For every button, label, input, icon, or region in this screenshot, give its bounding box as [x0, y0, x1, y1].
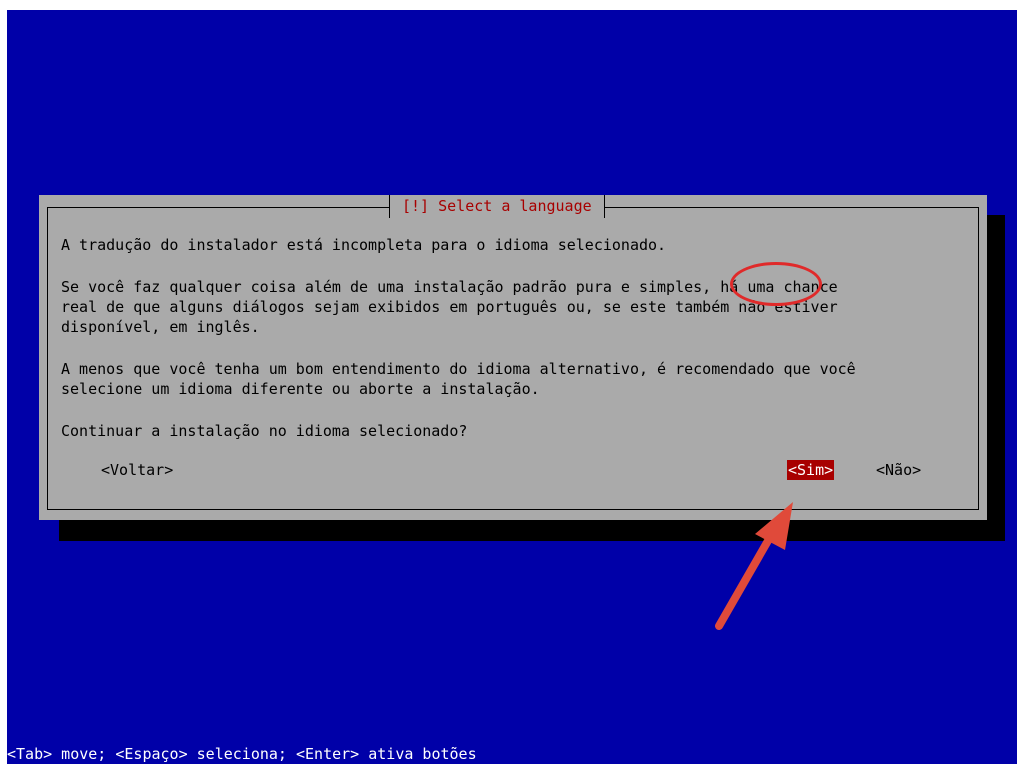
dialog-text-line: A menos que você tenha um bom entendimen…	[61, 360, 856, 378]
back-button[interactable]: <Voltar>	[100, 460, 174, 480]
dialog-text-line: selecione um idioma diferente ou aborte …	[61, 380, 540, 398]
dialog-text-line: real de que alguns diálogos sejam exibid…	[61, 298, 838, 316]
dialog-title: [!] Select a language	[389, 195, 605, 218]
dialog-text-line: A tradução do instalador está incompleta…	[61, 236, 667, 254]
yes-button[interactable]: <Sim>	[787, 460, 835, 480]
select-language-dialog: [!] Select a language A tradução do inst…	[39, 195, 987, 520]
no-button[interactable]: <Não>	[875, 460, 922, 480]
dialog-text-line: disponível, em inglês.	[61, 318, 260, 336]
dialog-text-line: Se você faz qualquer coisa além de uma i…	[61, 278, 838, 296]
dialog-question: Continuar a instalação no idioma selecio…	[61, 422, 468, 440]
status-bar: <Tab> move; <Espaço> seleciona; <Enter> …	[7, 745, 477, 763]
installer-screen: [!] Select a language A tradução do inst…	[7, 10, 1017, 764]
